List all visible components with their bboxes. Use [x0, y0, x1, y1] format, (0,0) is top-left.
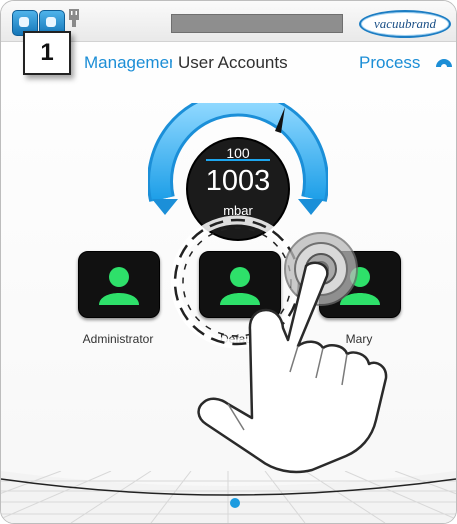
gauge-pressure-value: 1003	[205, 165, 271, 197]
pager-dot-active[interactable]	[230, 498, 240, 508]
user-label-mary: Mary	[345, 332, 373, 346]
user-tile-administrator[interactable]	[78, 251, 160, 318]
process-icon[interactable]	[434, 55, 454, 69]
user-tile-mary[interactable]	[319, 251, 401, 318]
nav-user-accounts-title: User Accounts	[178, 53, 288, 72]
floor-grid	[1, 471, 456, 523]
gauge-unit: mbar	[223, 203, 253, 218]
pressure-gauge: 100 1003 mbar	[147, 90, 329, 243]
step-badge: 1	[23, 31, 71, 75]
gauge-setpoint: 100	[226, 145, 250, 161]
nav-management[interactable]: Management	[84, 53, 172, 73]
user-label-administrator: Administrator	[82, 332, 154, 346]
user-icon	[99, 267, 139, 305]
user-icon	[220, 267, 260, 305]
device-info-bar	[171, 14, 343, 33]
ethernet-plug-icon	[69, 9, 79, 27]
app-frame: vacuubrand Management User Accounts Proc…	[0, 0, 457, 524]
nav-process[interactable]: Process	[359, 53, 420, 73]
user-label-default: Default	[219, 332, 259, 346]
user-tile-default[interactable]	[199, 251, 281, 318]
user-icon	[340, 267, 380, 305]
logo-text: vacuubrand	[373, 16, 437, 31]
vacuubrand-logo: vacuubrand	[359, 10, 451, 38]
